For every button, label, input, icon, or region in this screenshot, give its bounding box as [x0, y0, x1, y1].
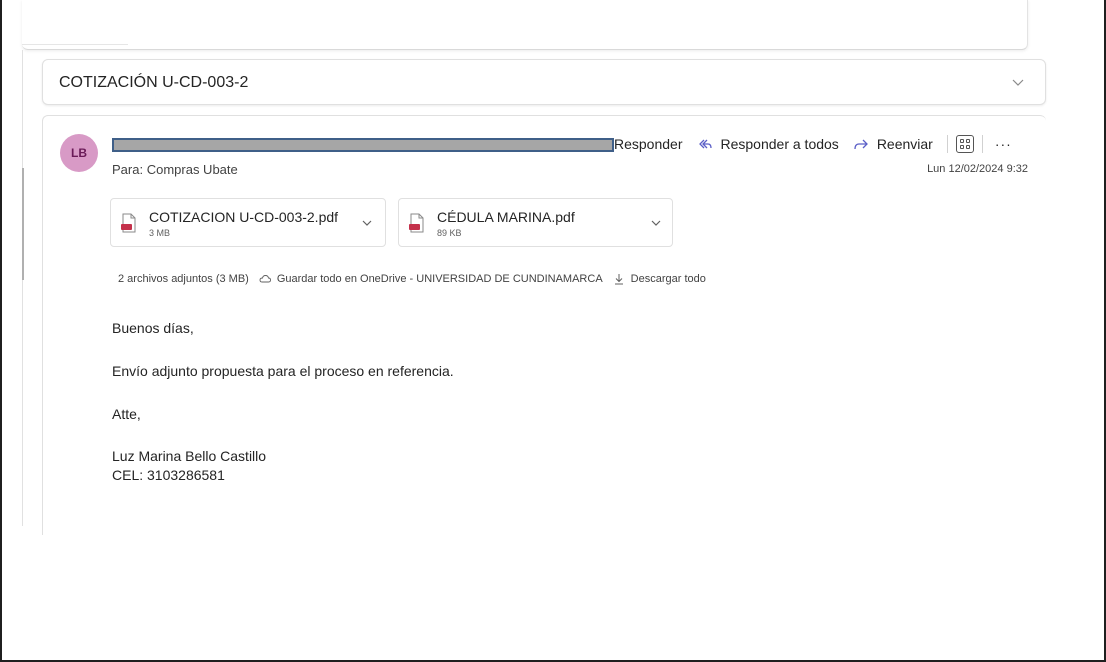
attachment-name: CÉDULA MARINA.pdf: [437, 209, 575, 225]
recipients-line: Para: Compras Ubate: [112, 162, 238, 177]
apps-icon-cell: [965, 139, 970, 143]
message-actions-toolbar: Responder Responder a todos Reenviar ···: [614, 135, 1012, 153]
attachment-name: COTIZACION U-CD-003-2.pdf: [149, 209, 339, 225]
body-greeting: Buenos días,: [112, 320, 194, 336]
download-icon: [614, 274, 623, 285]
reply-all-button[interactable]: Responder a todos: [697, 136, 839, 152]
more-actions-button[interactable]: ···: [995, 136, 1012, 152]
apps-icon-cell: [959, 145, 964, 149]
signature-name: Luz Marina Bello Castillo: [112, 448, 267, 464]
apps-icon-cell: [965, 145, 970, 149]
attachments-count: 2 archivos adjuntos (3 MB): [118, 273, 249, 285]
cloud-icon: [259, 275, 271, 283]
attachment-card[interactable]: COTIZACION U-CD-003-2.pdf 3 MB: [110, 198, 386, 247]
pdf-file-icon: [409, 213, 424, 233]
sender-name-redacted: [112, 138, 614, 152]
previous-message-card: [22, 0, 1028, 50]
save-to-onedrive-label: Guardar todo en OneDrive - UNIVERSIDAD D…: [276, 273, 603, 285]
attachment-size: 89 KB: [437, 228, 462, 238]
chevron-down-icon[interactable]: [361, 217, 373, 229]
pdf-file-icon: [121, 213, 136, 233]
forward-label: Reenviar: [876, 136, 933, 152]
reply-label: Responder: [614, 136, 683, 152]
scrollbar-thumb[interactable]: [22, 168, 24, 280]
forward-icon: [854, 139, 868, 150]
reply-all-icon: [698, 139, 712, 149]
to-label: Para:: [112, 162, 144, 177]
reply-button[interactable]: Responder: [614, 136, 683, 152]
conversation-subject: COTIZACIÓN U-CD-003-2: [59, 74, 249, 91]
attachment-size: 3 MB: [149, 228, 171, 238]
scrollbar-track: [22, 50, 23, 526]
apps-icon-cell: [959, 139, 964, 143]
save-to-onedrive-button[interactable]: Guardar todo en OneDrive - UNIVERSIDAD D…: [259, 273, 603, 285]
chevron-down-icon[interactable]: [1011, 75, 1025, 89]
avatar[interactable]: LB: [60, 134, 98, 172]
reading-pane-scrollbar[interactable]: [22, 50, 26, 526]
chevron-down-icon[interactable]: [650, 217, 662, 229]
download-all-label: Descargar todo: [630, 273, 706, 285]
attachment-card[interactable]: CÉDULA MARINA.pdf 89 KB: [398, 198, 673, 247]
attachments-summary-bar: 2 archivos adjuntos (3 MB) Guardar todo …: [118, 273, 706, 285]
toolbar-divider: [946, 135, 948, 153]
forward-button[interactable]: Reenviar: [853, 136, 933, 152]
apps-icon[interactable]: [955, 135, 974, 153]
toolbar-divider: [981, 135, 983, 153]
to-recipient[interactable]: Compras Ubate: [147, 162, 238, 177]
body-closing: Atte,: [112, 406, 141, 422]
conversation-header[interactable]: COTIZACIÓN U-CD-003-2: [42, 59, 1046, 105]
reply-all-label: Responder a todos: [720, 136, 839, 152]
signature-phone: CEL: 3103286581: [112, 467, 225, 483]
download-all-button[interactable]: Descargar todo: [613, 273, 706, 285]
divider: [22, 44, 128, 45]
message-date: Lun 12/02/2024 9:32: [927, 163, 1028, 175]
body-paragraph: Envío adjunto propuesta para el proceso …: [112, 363, 454, 379]
